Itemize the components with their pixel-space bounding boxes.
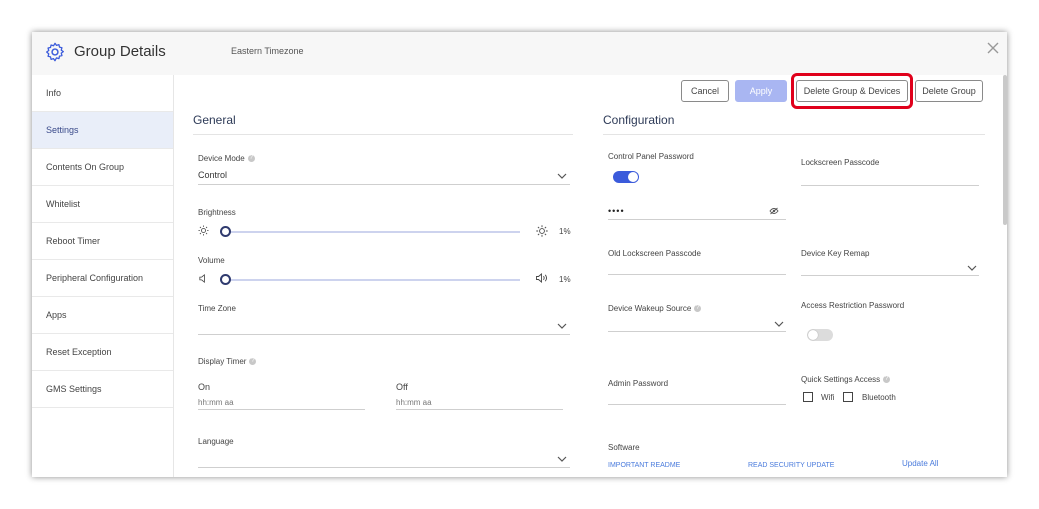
device-mode-select[interactable]: Control [198, 170, 227, 180]
display-timer-on-input[interactable]: hh:mm aa [198, 398, 234, 407]
general-divider [193, 134, 573, 135]
general-section-title: General [193, 113, 236, 127]
chevron-down-icon[interactable] [557, 456, 567, 462]
wifi-checkbox-label: Wifi [821, 393, 835, 402]
volume-high-icon [536, 273, 547, 283]
device-wakeup-source-select[interactable] [608, 331, 786, 332]
display-timer-on-label: On [198, 382, 211, 392]
settings-content: Cancel Apply Delete Group & Devices Dele… [174, 73, 1007, 477]
sidebar-item-info[interactable]: Info [32, 75, 173, 112]
delete-group-button[interactable]: Delete Group [915, 80, 983, 102]
display-timer-off-underline [396, 409, 563, 410]
old-lockscreen-passcode-label: Old Lockscreen Passcode [608, 249, 701, 258]
scrollbar[interactable] [1003, 75, 1007, 225]
display-timer-off-input[interactable]: hh:mm aa [396, 398, 432, 407]
sidebar-item-gms-settings[interactable]: GMS Settings [32, 371, 173, 408]
access-restriction-password-toggle[interactable] [807, 329, 833, 341]
brightness-slider-track[interactable] [222, 231, 520, 233]
software-label: Software [608, 443, 640, 452]
volume-slider-track[interactable] [222, 279, 520, 281]
chevron-down-icon[interactable] [774, 321, 784, 327]
time-zone-underline [198, 334, 570, 335]
chevron-down-icon[interactable] [967, 265, 977, 271]
highlight-annotation [791, 73, 913, 109]
sidebar-item-contents-on-group[interactable]: Contents On Group [32, 149, 173, 186]
language-select[interactable] [198, 453, 538, 465]
device-wakeup-source-label: Device Wakeup Source? [608, 304, 702, 313]
brightness-high-icon [536, 225, 548, 237]
language-label: Language [198, 437, 234, 446]
info-icon: ? [249, 358, 257, 366]
admin-password-label: Admin Password [608, 379, 669, 388]
gear-icon [46, 42, 64, 62]
apply-button[interactable]: Apply [735, 80, 787, 102]
cancel-button[interactable]: Cancel [681, 80, 729, 102]
display-timer-label: Display Timer? [198, 357, 257, 366]
chevron-down-icon[interactable] [557, 323, 567, 329]
control-panel-password-input[interactable]: •••• [608, 206, 625, 216]
wifi-checkbox[interactable] [803, 392, 813, 402]
toggle-knob [808, 330, 818, 340]
close-icon[interactable] [986, 41, 1000, 55]
device-mode-label: Device Mode? [198, 154, 255, 163]
admin-password-input[interactable] [608, 404, 786, 405]
read-security-update-link[interactable]: READ SECURITY UPDATE [748, 462, 834, 469]
time-zone-select[interactable] [198, 320, 538, 332]
control-panel-password-toggle[interactable] [613, 171, 639, 183]
sidebar-item-peripheral-configuration[interactable]: Peripheral Configuration [32, 260, 173, 297]
device-key-remap-select[interactable] [801, 275, 979, 276]
chevron-down-icon[interactable] [557, 173, 567, 179]
info-icon: ? [694, 305, 702, 313]
sidebar: Info Settings Contents On Group Whitelis… [32, 75, 174, 477]
timezone-label: Eastern Timezone [231, 46, 304, 56]
eye-off-icon[interactable] [769, 207, 779, 215]
language-underline [198, 467, 570, 468]
access-restriction-password-label: Access Restriction Password [801, 301, 905, 310]
bluetooth-checkbox-label: Bluetooth [862, 393, 896, 402]
lockscreen-passcode-input[interactable] [801, 185, 979, 186]
sidebar-item-whitelist[interactable]: Whitelist [32, 186, 173, 223]
display-timer-on-underline [198, 409, 365, 410]
toggle-knob [628, 172, 638, 182]
configuration-divider [603, 134, 985, 135]
sidebar-item-apps[interactable]: Apps [32, 297, 173, 334]
info-icon: ? [247, 155, 255, 163]
volume-label: Volume [198, 256, 225, 265]
brightness-low-icon [198, 225, 209, 236]
configuration-section-title: Configuration [603, 113, 675, 127]
update-all-button[interactable]: Update All [902, 459, 938, 468]
dialog-header: Group Details Eastern Timezone [32, 32, 1007, 75]
brightness-value: 1% [559, 227, 571, 236]
control-panel-password-underline [608, 219, 786, 220]
sidebar-item-reset-exception[interactable]: Reset Exception [32, 334, 173, 371]
info-icon: ? [883, 376, 891, 384]
old-lockscreen-passcode-input[interactable] [608, 274, 786, 275]
important-readme-link[interactable]: IMPORTANT README [608, 462, 680, 469]
volume-low-icon [199, 273, 205, 284]
control-panel-password-label: Control Panel Password [608, 152, 694, 161]
device-mode-underline [198, 184, 570, 185]
sidebar-item-reboot-timer[interactable]: Reboot Timer [32, 223, 173, 260]
sidebar-item-settings[interactable]: Settings [32, 112, 173, 149]
volume-slider-thumb[interactable] [220, 274, 231, 285]
display-timer-off-label: Off [396, 382, 408, 392]
volume-value: 1% [559, 275, 571, 284]
lockscreen-passcode-label: Lockscreen Passcode [801, 158, 880, 167]
bluetooth-checkbox[interactable] [843, 392, 853, 402]
group-details-dialog: Group Details Eastern Timezone Info Sett… [32, 32, 1007, 477]
dialog-title: Group Details [74, 43, 166, 60]
brightness-label: Brightness [198, 208, 236, 217]
quick-settings-access-label: Quick Settings Access? [801, 375, 891, 384]
device-key-remap-label: Device Key Remap [801, 249, 870, 258]
time-zone-label: Time Zone [198, 304, 236, 313]
brightness-slider-thumb[interactable] [220, 226, 231, 237]
